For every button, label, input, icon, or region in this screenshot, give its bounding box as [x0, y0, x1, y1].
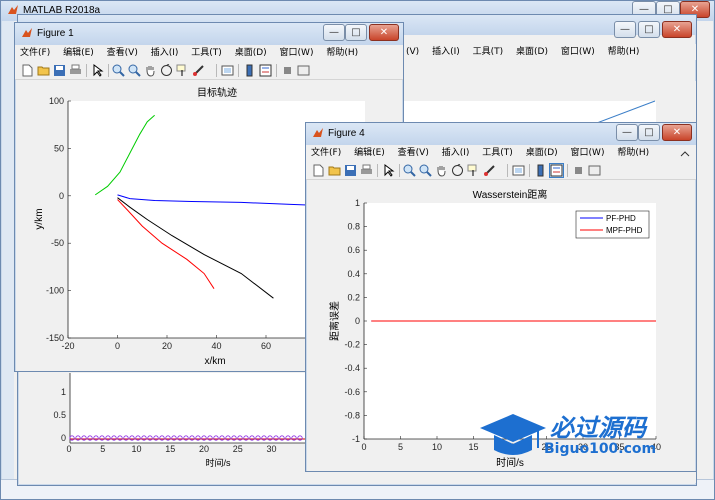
- y-tick-label: 0.8: [347, 222, 360, 232]
- y-tick-label: -150: [46, 333, 64, 343]
- x-tick-label: 15: [468, 442, 478, 452]
- x-tick-label: 10: [432, 442, 442, 452]
- legend-label-mpf-phd: MPF-PHD: [606, 226, 643, 235]
- x-tick-label: 0: [115, 341, 120, 351]
- legend-label-pf-phd: PF-PHD: [606, 214, 636, 223]
- x-axis-label: x/km: [204, 356, 225, 367]
- x-tick-label: 20: [162, 341, 172, 351]
- y-tick-label: 100: [49, 96, 64, 106]
- y-tick-label: 1: [355, 198, 360, 208]
- y-tick-label: -100: [46, 286, 64, 296]
- y-tick-label: 0.4: [347, 269, 360, 279]
- x-tick-label: 0: [361, 442, 366, 452]
- chart-title: 目标轨迹: [197, 86, 237, 99]
- legend-box[interactable]: PF-PHD MPF-PHD: [575, 210, 650, 239]
- y-axis-label: 距离误差: [328, 301, 341, 341]
- x-tick-label: 40: [211, 341, 221, 351]
- y-tick-label: -0.6: [344, 387, 360, 397]
- x-tick-label: 5: [398, 442, 403, 452]
- y-tick-label: -0.2: [344, 340, 360, 350]
- watermark-url: Biguo100.com: [544, 441, 657, 457]
- y-tick-label: 50: [54, 143, 64, 153]
- graduation-cap-icon: [480, 414, 546, 455]
- chart-title: Wasserstein距离: [473, 188, 548, 201]
- y-tick-label: 0: [59, 191, 64, 201]
- y-tick-label: -1: [352, 434, 360, 444]
- watermark-logo: 必过源码 Biguo100.com: [478, 408, 708, 468]
- y-tick-label: -0.8: [344, 410, 360, 420]
- watermark-title: 必过源码: [550, 414, 646, 442]
- y-axis-label: y/km: [34, 208, 45, 229]
- y-tick-label: 0: [355, 316, 360, 326]
- y-tick-label: 0.6: [347, 245, 360, 255]
- y-tick-label: -50: [51, 238, 64, 248]
- y-tick-label: -0.4: [344, 363, 360, 373]
- y-tick-label: 0.2: [347, 292, 360, 302]
- x-tick-label: 60: [261, 341, 271, 351]
- desktop-left-strip: [2, 21, 14, 499]
